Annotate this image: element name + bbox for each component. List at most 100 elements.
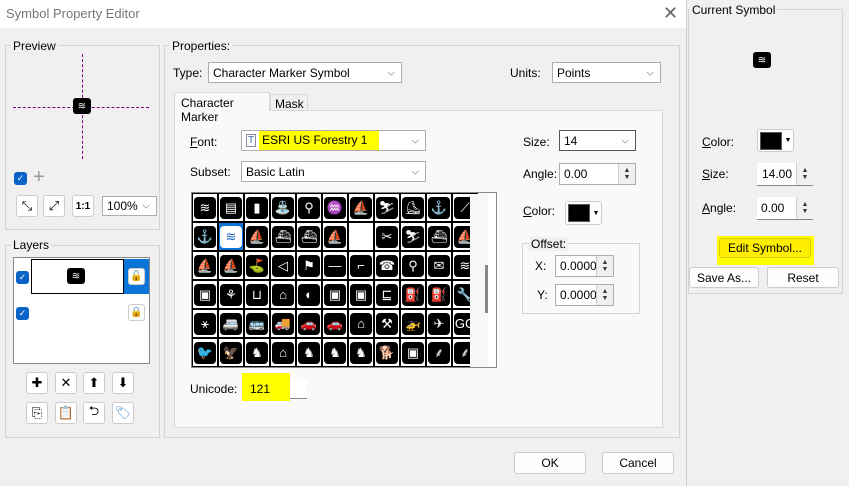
glyph-cell[interactable]: 🚌: [244, 309, 270, 338]
glyph-cell[interactable]: ⛵: [348, 193, 374, 222]
preview-checkbox[interactable]: ✓: [14, 172, 27, 185]
glyph-cell[interactable]: ⛽: [426, 280, 452, 309]
glyph-cell[interactable]: ▮: [244, 193, 270, 222]
glyph-cell[interactable]: 🚗: [322, 309, 348, 338]
glyph-cell[interactable]: ◐: [296, 280, 322, 309]
tab-character-marker[interactable]: Character Marker: [174, 92, 270, 124]
move-down-icon[interactable]: ⬇: [112, 372, 134, 394]
glyph-cell[interactable]: ≋: [218, 222, 244, 251]
lock-icon[interactable]: 🔒: [128, 304, 145, 321]
units-select[interactable]: Points ⌵: [552, 62, 661, 83]
glyph-cell[interactable]: ⚑: [296, 251, 322, 280]
glyph-cell[interactable]: ⚓: [192, 222, 218, 251]
glyph-cell[interactable]: 🚗: [296, 309, 322, 338]
glyph-cell[interactable]: ✂: [374, 222, 400, 251]
glyph-cell[interactable]: ⚘: [218, 280, 244, 309]
glyph-cell[interactable]: ⛳: [244, 251, 270, 280]
glyph-cell[interactable]: ♞: [296, 338, 322, 367]
tab-mask[interactable]: Mask: [270, 94, 308, 111]
glyph-cell[interactable]: ♒: [322, 193, 348, 222]
offset-y-input[interactable]: 0.0000 ▲ ▼: [555, 284, 614, 306]
glyph-cell[interactable]: ✉: [426, 251, 452, 280]
glyph-cell[interactable]: ⛷: [374, 193, 400, 222]
glyph-cell[interactable]: ⚓: [426, 193, 452, 222]
glyph-cell[interactable]: ▣: [192, 280, 218, 309]
glyph-cell[interactable]: 🐕: [374, 338, 400, 367]
glyph-cell[interactable]: ⛵: [218, 251, 244, 280]
glyph-cell[interactable]: 🚚: [270, 309, 296, 338]
glyph-cell[interactable]: ⊑: [374, 280, 400, 309]
glyph-cell[interactable]: ⌐: [348, 251, 374, 280]
glyph-cell[interactable]: ⚲: [296, 193, 322, 222]
glyph-cell[interactable]: —: [322, 251, 348, 280]
save-as-button[interactable]: Save As...: [689, 267, 759, 288]
edit-symbol-button[interactable]: Edit Symbol...: [719, 238, 811, 258]
glyph-cell[interactable]: ⛵: [244, 222, 270, 251]
glyph-cell[interactable]: 🐦: [192, 338, 218, 367]
glyph-cell[interactable]: ◁: [270, 251, 296, 280]
current-color-button[interactable]: ▼: [757, 129, 794, 152]
delete-layer-icon[interactable]: ✕: [55, 372, 77, 394]
size-select[interactable]: 14 ⌵: [559, 130, 636, 151]
close-icon[interactable]: ✕: [663, 3, 678, 24]
reset-button[interactable]: Reset: [767, 267, 839, 288]
glyph-cell[interactable]: ⊔: [244, 280, 270, 309]
glyph-cell[interactable]: ▣: [322, 280, 348, 309]
plus-icon[interactable]: +: [33, 166, 45, 189]
glyph-cell[interactable]: ⛴: [296, 222, 322, 251]
glyph-cell[interactable]: ⚲: [400, 251, 426, 280]
glyph-cell[interactable]: ▣: [400, 338, 426, 367]
current-size-input[interactable]: 14.00 ▲ ▼: [757, 163, 813, 186]
glyph-cell[interactable]: ⌂: [348, 309, 374, 338]
glyph-cell[interactable]: ♞: [348, 338, 374, 367]
move-up-icon[interactable]: ⬆: [83, 372, 105, 394]
offset-x-input[interactable]: 0.0000 ▲ ▼: [555, 255, 614, 277]
glyph-cell[interactable]: ⛲: [270, 193, 296, 222]
glyph-cell[interactable]: 🚐: [218, 309, 244, 338]
actual-size-icon[interactable]: 1:1: [72, 195, 94, 217]
glyph-cell[interactable]: ▣: [348, 280, 374, 309]
zoom-in-fit-icon[interactable]: ⤡: [16, 195, 38, 217]
angle-spinner[interactable]: ▲ ▼: [618, 164, 635, 184]
glyph-cell[interactable]: ≋: [192, 193, 218, 222]
add-layer-icon[interactable]: ✚: [26, 372, 48, 394]
layer-2-checkbox[interactable]: ✓: [16, 307, 29, 320]
angle-input[interactable]: 0.00 ▲ ▼: [559, 163, 636, 185]
glyph-cell[interactable]: 🦅: [218, 338, 244, 367]
unlock-icon[interactable]: 🔓: [128, 268, 145, 285]
glyph-cell[interactable]: ⌂: [270, 338, 296, 367]
glyph-cell[interactable]: ⛵: [192, 251, 218, 280]
glyph-cell[interactable]: ✈: [426, 309, 452, 338]
cancel-button[interactable]: Cancel: [602, 452, 674, 474]
paste-icon[interactable]: 📋: [55, 402, 77, 424]
zoom-extent-icon[interactable]: ⤢: [43, 195, 65, 217]
glyph-cell[interactable]: [348, 222, 374, 251]
layer-1-checkbox[interactable]: ✓: [16, 271, 29, 284]
glyph-grid[interactable]: ≋ ▤ ▮ ⛲ ⚲ ♒ ⛵ ⛷ ⛸ ⚓ ⟋ ⚓ ≋ ⛵ ⛴ ⛴ ⛵ ✂ ⛷ ⛴ ⛵ ⛵ ⛵ ⛳ ◁ ⚑ — ⌐ ☎ ⚲ ✉ ≋ ▣ ⚘ ⊔ ⌂ ◐ ▣ ▣ ⊑…: [191, 192, 497, 368]
copy-icon[interactable]: ⎘: [26, 402, 48, 424]
glyph-cell[interactable]: ⸙: [426, 338, 452, 367]
zoom-select[interactable]: 100% ⌵: [102, 196, 157, 216]
glyph-cell[interactable]: ⛴: [270, 222, 296, 251]
glyph-cell[interactable]: ⚒: [374, 309, 400, 338]
glyph-cell[interactable]: ☎: [374, 251, 400, 280]
type-select[interactable]: Character Marker Symbol ⌵: [208, 62, 402, 83]
glyph-cell[interactable]: ⛴: [426, 222, 452, 251]
tag-icon[interactable]: 🏷: [112, 402, 134, 424]
glyph-cell[interactable]: ⛵: [322, 222, 348, 251]
offset-y-spinner[interactable]: ▲ ▼: [596, 285, 613, 305]
glyph-cell[interactable]: ♞: [244, 338, 270, 367]
glyph-cell[interactable]: ♞: [322, 338, 348, 367]
glyph-cell[interactable]: ⛽: [400, 280, 426, 309]
current-size-spinner[interactable]: ▲ ▼: [796, 163, 813, 185]
glyph-cell[interactable]: ⌂: [270, 280, 296, 309]
subset-select[interactable]: Basic Latin ⌵: [241, 161, 426, 182]
current-angle-spinner[interactable]: ▲ ▼: [796, 197, 813, 219]
current-angle-input[interactable]: 0.00 ▲ ▼: [757, 197, 813, 220]
glyph-cell[interactable]: 🚁: [400, 309, 426, 338]
glyph-cell[interactable]: ⚹: [192, 309, 218, 338]
undo-icon[interactable]: ⮌: [83, 402, 105, 424]
glyph-cell[interactable]: ⛸: [400, 193, 426, 222]
glyph-cell[interactable]: ⛷: [400, 222, 426, 251]
scrollbar-thumb[interactable]: [485, 265, 488, 313]
